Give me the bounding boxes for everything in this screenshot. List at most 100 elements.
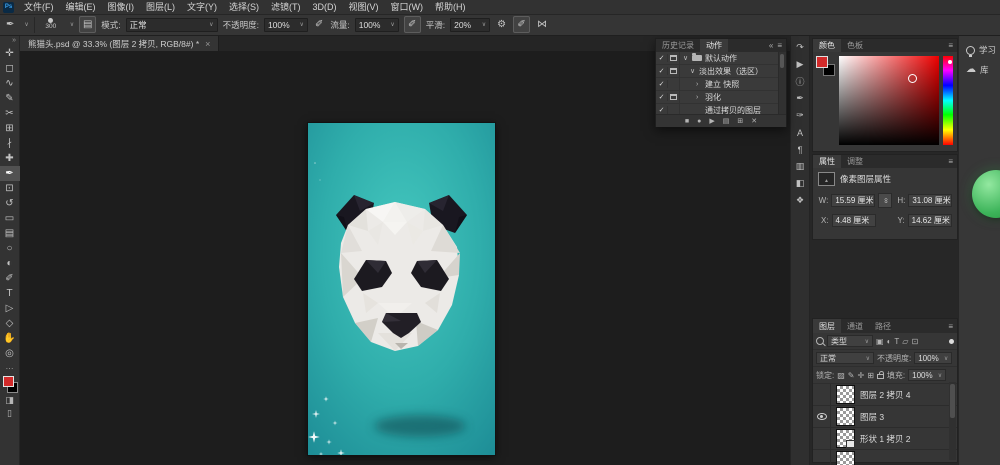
layer-fill-dropdown[interactable]: 100% ∨ bbox=[908, 369, 946, 381]
filter-adjustment-icon[interactable]: ◐ bbox=[887, 337, 892, 346]
layer-row[interactable] bbox=[813, 450, 957, 465]
move-tool[interactable]: ✛ bbox=[0, 46, 20, 61]
gear-icon[interactable]: ⚙ bbox=[495, 19, 508, 30]
link-dimensions-icon[interactable]: ∞ bbox=[878, 193, 892, 208]
layer-opacity-dropdown[interactable]: 100% ∨ bbox=[914, 352, 952, 364]
width-field[interactable]: 15.59 厘米 bbox=[831, 194, 875, 207]
x-field[interactable]: 4.48 厘米 bbox=[832, 214, 876, 227]
menu-item[interactable]: 图层(L) bbox=[141, 1, 180, 14]
foreground-background-swatches[interactable] bbox=[2, 376, 18, 393]
scrollbar[interactable] bbox=[949, 382, 956, 460]
type-tool[interactable]: T bbox=[0, 286, 20, 301]
menu-item[interactable]: 文件(F) bbox=[19, 1, 59, 14]
foreground-background-swatches[interactable] bbox=[816, 56, 836, 78]
dialog-toggle[interactable] bbox=[668, 104, 680, 114]
layer-row[interactable]: 图层 2 拷贝 4 bbox=[813, 384, 957, 406]
paragraph-panel-icon[interactable]: ¶ bbox=[791, 142, 809, 157]
actions-panel-icon[interactable]: ▶ bbox=[791, 57, 809, 72]
marquee-tool[interactable]: ◻ bbox=[0, 61, 20, 76]
clone-stamp-tool[interactable]: ⊡ bbox=[0, 181, 20, 196]
history-panel-icon[interactable]: ↷ bbox=[791, 40, 809, 55]
filter-type-icon[interactable]: T bbox=[894, 337, 899, 346]
lock-move-icon[interactable]: ✛ bbox=[858, 371, 865, 380]
brushes-panel-icon[interactable]: ✑ bbox=[791, 108, 809, 123]
symmetry-icon[interactable]: ⋈ bbox=[535, 19, 549, 30]
document-canvas[interactable] bbox=[308, 123, 495, 455]
action-row[interactable]: ✓ › 建立 快照 bbox=[656, 78, 786, 91]
blur-tool[interactable]: ○ bbox=[0, 241, 20, 256]
stop-icon[interactable]: ■ bbox=[685, 118, 689, 125]
filter-smart-icon[interactable]: ⊡ bbox=[911, 337, 918, 346]
filter-pixel-icon[interactable]: ▣ bbox=[876, 337, 884, 346]
include-checkbox[interactable]: ✓ bbox=[656, 106, 668, 114]
pressure-size-button[interactable]: ✐ bbox=[513, 16, 530, 33]
visibility-toggle[interactable] bbox=[813, 384, 831, 405]
panel-menu-icon[interactable]: ≡ bbox=[777, 41, 782, 50]
smoothing-dropdown[interactable]: 20% ∨ bbox=[450, 18, 490, 32]
eyedropper-tool[interactable]: ∤ bbox=[0, 136, 20, 151]
filter-type-dropdown[interactable]: 类型 ∨ bbox=[827, 335, 873, 347]
brush-size-picker[interactable]: 300 bbox=[40, 18, 62, 31]
panel-menu-icon[interactable]: ≡ bbox=[948, 322, 953, 331]
dialog-toggle[interactable] bbox=[668, 65, 680, 77]
scrollbar-thumb[interactable] bbox=[950, 384, 955, 418]
menu-item[interactable]: 帮助(H) bbox=[430, 1, 471, 14]
opacity-dropdown[interactable]: 100% ∨ bbox=[264, 18, 308, 32]
crop-tool[interactable]: ✂ bbox=[0, 106, 20, 121]
play-icon[interactable]: ▶ bbox=[709, 118, 714, 125]
styles-panel-icon[interactable]: ❖ bbox=[791, 193, 809, 208]
learn-panel-button[interactable]: 学习 bbox=[959, 36, 1000, 56]
quick-selection-tool[interactable]: ✎ bbox=[0, 91, 20, 106]
height-field[interactable]: 31.08 厘米 bbox=[908, 194, 952, 207]
action-row[interactable]: ✓ › 羽化 bbox=[656, 91, 786, 104]
libraries-panel-icon[interactable]: ▥ bbox=[791, 159, 809, 174]
layer-row[interactable]: 形状 1 拷贝 2 bbox=[813, 428, 957, 450]
brush-tool[interactable]: ✒ bbox=[0, 166, 20, 181]
expander-icon[interactable]: › bbox=[696, 94, 702, 101]
flow-dropdown[interactable]: 100% ∨ bbox=[355, 18, 399, 32]
tab-layers[interactable]: 图层 bbox=[813, 319, 841, 333]
include-checkbox[interactable]: ✓ bbox=[656, 67, 668, 75]
saturation-brightness-field[interactable] bbox=[839, 56, 939, 145]
dialog-toggle[interactable] bbox=[668, 52, 680, 64]
lasso-tool[interactable]: ∿ bbox=[0, 76, 20, 91]
include-checkbox[interactable]: ✓ bbox=[656, 54, 668, 62]
include-checkbox[interactable]: ✓ bbox=[656, 80, 668, 88]
pen-tool[interactable]: ✐ bbox=[0, 271, 20, 286]
quick-mask-button[interactable]: ◨ bbox=[5, 395, 14, 406]
action-row[interactable]: ✓ ∨ 淡出效果（选区） bbox=[656, 65, 786, 78]
edit-toolbar-icon[interactable]: ⋯ bbox=[6, 364, 14, 373]
menu-item[interactable]: 文字(Y) bbox=[182, 1, 222, 14]
layer-thumbnail[interactable] bbox=[836, 407, 855, 426]
layer-thumbnail[interactable] bbox=[836, 429, 855, 448]
hue-slider[interactable] bbox=[943, 56, 953, 145]
menu-item[interactable]: 编辑(E) bbox=[61, 1, 101, 14]
layer-blend-mode-dropdown[interactable]: 正常 ∨ bbox=[816, 352, 874, 364]
expander-icon[interactable]: ∨ bbox=[683, 54, 689, 62]
lock-artboard-icon[interactable]: ⊞ bbox=[867, 371, 874, 380]
tab-history[interactable]: 历史记录 bbox=[656, 39, 700, 52]
layer-thumbnail[interactable] bbox=[836, 451, 855, 465]
eraser-tool[interactable]: ▭ bbox=[0, 211, 20, 226]
screen-mode-button[interactable]: ▯ bbox=[7, 408, 12, 419]
menu-item[interactable]: 3D(D) bbox=[308, 1, 342, 14]
menu-item[interactable]: 滤镜(T) bbox=[266, 1, 306, 14]
record-icon[interactable]: ● bbox=[697, 118, 701, 125]
scrollbar[interactable] bbox=[778, 52, 786, 114]
hue-cursor[interactable] bbox=[948, 60, 952, 64]
y-field[interactable]: 14.62 厘米 bbox=[908, 214, 952, 227]
close-icon[interactable]: × bbox=[205, 39, 210, 49]
path-selection-tool[interactable]: ▷ bbox=[0, 301, 20, 316]
dialog-toggle[interactable] bbox=[668, 91, 680, 103]
delete-icon[interactable]: ✕ bbox=[751, 118, 757, 125]
lock-paint-icon[interactable]: ✎ bbox=[848, 371, 855, 380]
dodge-tool[interactable]: ◐ bbox=[0, 256, 20, 271]
tab-properties[interactable]: 属性 bbox=[813, 155, 841, 168]
toolbar-collapse-icon[interactable]: » bbox=[12, 36, 19, 46]
scrollbar-thumb[interactable] bbox=[780, 54, 784, 68]
brush-settings-panel-icon[interactable]: ✒ bbox=[791, 91, 809, 106]
lock-transparent-icon[interactable]: ▨ bbox=[837, 371, 845, 380]
layer-row[interactable]: 图层 3 bbox=[813, 406, 957, 428]
character-panel-icon[interactable]: A bbox=[791, 125, 809, 140]
brush-preset-picker[interactable]: ✒ bbox=[4, 19, 16, 30]
